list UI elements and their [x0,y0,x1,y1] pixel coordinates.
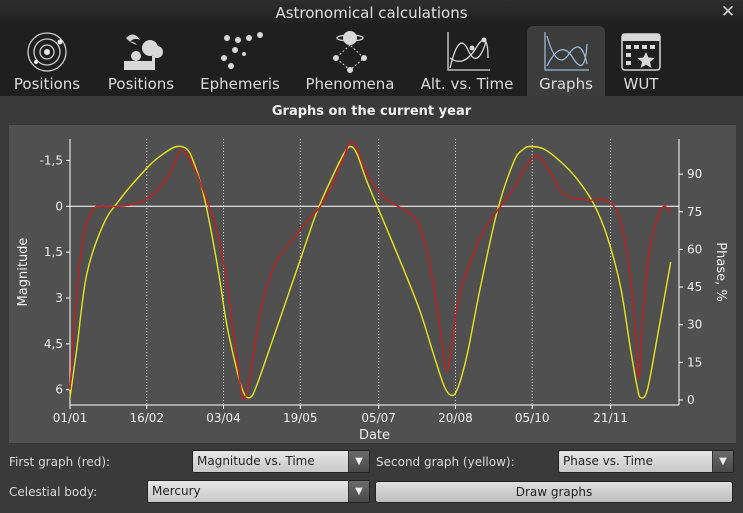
tab-positions-deepsky[interactable]: Positions [98,26,184,96]
chevron-down-icon: ▼ [348,451,369,472]
tab-label: Ephemeris [200,75,280,93]
graph-chart: 01/01 16/02 03/04 19/05 05/07 20/08 05/10 21/11… [16,139,728,443]
y-tick-label-right: 30 [687,318,702,332]
x-axis-label: Date [359,428,390,443]
tab-label: Graphs [539,75,593,93]
close-icon[interactable]: ✕ [719,3,737,21]
x-tick-label: 05/10 [515,411,550,425]
y-tick-label-left: 1,5 [44,245,63,259]
tab-bar: Positions Positions Ephemeris Phenomena … [0,26,743,96]
y-tick-label-left: 4,5 [44,337,63,351]
tab-label: Phenomena [305,75,395,93]
tab-ephemeris[interactable]: Ephemeris [194,26,286,96]
y-tick-label-right: 60 [687,242,702,256]
tab-graphs[interactable]: Graphs [527,26,605,96]
draw-graphs-button[interactable]: Draw graphs [375,481,733,503]
y-axis-label-right: Phase, % [713,242,728,301]
x-tick-label: 21/11 [593,411,628,425]
x-tick-label: 01/01 [53,411,88,425]
second-graph-value: Phase vs. Time [563,454,653,468]
deep-sky-tree-icon [124,34,163,70]
tab-label: WUT [623,75,659,93]
y-tick-label-left: 0 [55,199,63,213]
tab-phenomena[interactable]: Phenomena [298,26,402,96]
x-tick-label: 19/05 [283,411,318,425]
yellow-series-line [69,145,672,399]
y-tick-label-right: 75 [687,205,702,219]
first-graph-select[interactable]: Magnitude vs. Time ▼ [192,450,370,473]
first-graph-label: First graph (red): [9,455,111,469]
x-tick-label: 20/08 [438,411,473,425]
chevron-down-icon: ▼ [348,481,369,502]
second-graph-label: Second graph (yellow): [376,455,515,469]
y-tick-label-left: -1,5 [40,153,63,167]
red-series-line [69,141,672,400]
y-tick-label-right: 45 [687,280,702,294]
y-axis-label-left: Magnitude [16,238,31,307]
tab-label: Positions [107,75,175,93]
y-tick-label-right: 15 [687,355,702,369]
plot-frame: 01/01 16/02 03/04 19/05 05/07 20/08 05/10 21/11… [9,125,736,443]
calendar-star-icon [621,33,661,71]
solar-system-icon [27,32,67,72]
window-title: Astronomical calculations [275,4,468,22]
ephemeris-dots-icon [221,32,263,69]
tab-label: Alt. vs. Time [420,75,514,93]
celestial-body-label: Celestial body: [9,485,98,499]
altitude-curve-icon [447,32,490,71]
graphs-icon [544,32,589,71]
y-tick-label-right: 0 [687,393,695,407]
chevron-down-icon: ▼ [712,451,733,472]
planet-conjunction-icon [333,31,367,73]
celestial-body-select[interactable]: Mercury ▼ [147,480,370,503]
tab-positions-solar[interactable]: Positions [6,26,88,96]
tab-label: Positions [13,75,81,93]
y-tick-label-left: 3 [55,291,63,305]
first-graph-value: Magnitude vs. Time [197,454,315,468]
x-tick-label: 05/07 [361,411,396,425]
celestial-body-value: Mercury [152,484,201,498]
tab-wut[interactable]: WUT [608,26,674,96]
graph-title: Graphs on the current year [271,104,472,119]
tab-alt-vs-time[interactable]: Alt. vs. Time [414,26,520,96]
y-tick-label-left: 6 [55,383,63,397]
x-tick-label: 03/04 [206,411,241,425]
title-bar: Astronomical calculations ✕ [0,0,743,26]
y-tick-label-right: 90 [687,167,702,181]
x-tick-label: 16/02 [129,411,164,425]
second-graph-select[interactable]: Phase vs. Time ▼ [558,450,734,473]
